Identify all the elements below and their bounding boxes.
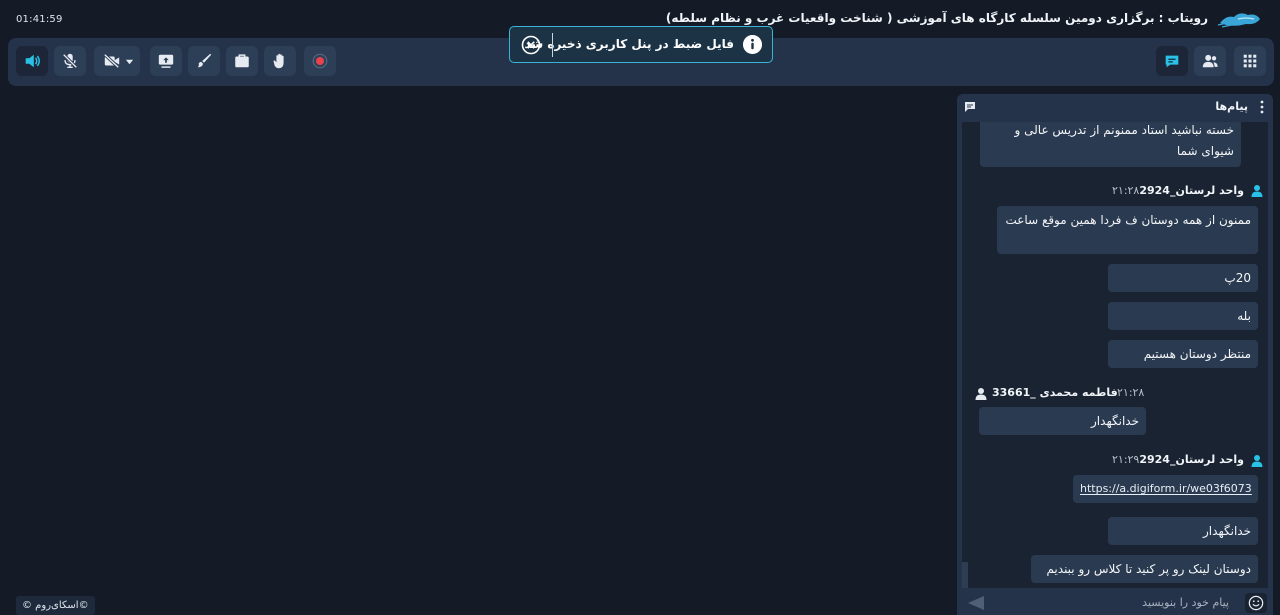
whiteboard-button[interactable] <box>188 46 220 76</box>
emoji-button[interactable] <box>1245 593 1267 613</box>
emoji-icon <box>1248 595 1264 611</box>
raise-hand-icon <box>273 53 284 69</box>
whiteboard-brush-icon <box>197 53 212 68</box>
send-icon[interactable] <box>967 595 985 611</box>
user-icon <box>1251 185 1263 197</box>
message-sender: واحد لرستان_2924 <box>1139 184 1244 197</box>
session-clock: 01:41:59 <box>16 14 63 25</box>
chat-link-message[interactable]: https://a.digiform.ir/we03f6073 <box>1073 475 1258 503</box>
message-sender: فاطمه محمدی _33661 <box>992 386 1118 399</box>
camera-button[interactable] <box>94 46 140 76</box>
raise-hand-button[interactable] <box>264 46 296 76</box>
chat-icon <box>1165 55 1179 68</box>
screen-share-button[interactable] <box>150 46 182 76</box>
chat-composer <box>957 590 1273 615</box>
mic-off-icon <box>62 53 78 69</box>
files-button[interactable] <box>226 46 258 76</box>
message-time: ۲۱:۲۹ <box>1112 453 1140 466</box>
message-sender: واحد لرستان_2924 <box>1139 453 1244 466</box>
files-briefcase-icon <box>235 54 249 68</box>
record-button[interactable] <box>304 46 336 76</box>
chat-message: خسته نباشید استاد ممنونم از تدریس عالی و… <box>980 122 1241 167</box>
chat-scrollbar[interactable] <box>962 562 968 588</box>
toast-message: فایل ضبط در پنل کاربری ذخیره شد <box>524 37 734 51</box>
message-time: ۲۱:۲۸ <box>1117 386 1145 399</box>
close-icon[interactable] <box>521 35 541 55</box>
chat-message: خدانگهدار <box>1108 517 1258 545</box>
chat-messages[interactable]: خسته نباشید استاد ممنونم از تدریس عالی و… <box>962 122 1268 588</box>
chat-message: منتظر دوستان هستیم <box>1108 340 1258 368</box>
screen-share-icon <box>158 54 174 68</box>
microphone-button[interactable] <box>54 46 86 76</box>
more-vertical-icon[interactable] <box>1259 99 1265 115</box>
chat-toggle-button[interactable] <box>1156 46 1188 76</box>
chat-header: پیام‌ها <box>957 94 1273 120</box>
message-input[interactable] <box>985 590 1237 615</box>
speaker-button[interactable] <box>16 46 48 76</box>
room-title: رویتاب : برگزاری دومین سلسله کارگاه های … <box>665 11 1208 25</box>
info-icon <box>743 35 762 54</box>
chat-message: 20پ <box>1108 264 1258 292</box>
chat-title: پیام‌ها <box>1215 100 1248 113</box>
apps-grid-icon <box>1243 54 1257 68</box>
speaker-on-icon <box>25 54 40 68</box>
skyroom-logo-icon <box>1217 13 1260 28</box>
copyright-badge[interactable]: ©اسکای‌روم © <box>16 596 95 615</box>
chat-message: بله <box>1108 302 1258 330</box>
message-time: ۲۱:۲۸ <box>1112 184 1140 197</box>
user-icon <box>1251 455 1263 467</box>
apps-button[interactable] <box>1234 46 1266 76</box>
camera-off-icon <box>103 53 120 69</box>
chevron-down-icon[interactable] <box>125 57 134 66</box>
record-icon <box>312 53 328 69</box>
user-icon <box>975 388 987 400</box>
chat-message: ممنون از همه دوستان ف فردا همین موقع ساع… <box>997 206 1258 254</box>
chat-message: خدانگهدار <box>979 407 1146 435</box>
users-icon <box>1202 54 1218 68</box>
toast-divider <box>552 33 553 57</box>
users-button[interactable] <box>1194 46 1226 76</box>
chat-panel: پیام‌ها خسته نباشید استاد ممنونم از تدری… <box>957 94 1273 615</box>
chat-message: دوستان لینک رو پر کنید تا کلاس رو ببندیم <box>1031 555 1258 583</box>
chat-bubble-icon <box>965 102 975 112</box>
recording-saved-toast: فایل ضبط در پنل کاربری ذخیره شد <box>509 26 773 63</box>
